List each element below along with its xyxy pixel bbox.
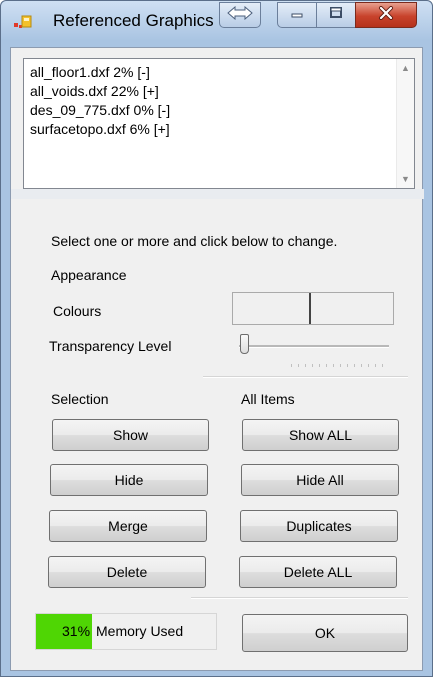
minimize-button[interactable] bbox=[277, 2, 317, 28]
title-bar[interactable]: Referenced Graphics bbox=[1, 1, 432, 41]
selection-heading: Selection bbox=[51, 391, 109, 407]
referenced-files-list[interactable]: all_floor1.dxf 2% [-] all_voids.dxf 22% … bbox=[23, 58, 415, 189]
maximize-icon bbox=[329, 6, 343, 24]
vertical-scrollbar[interactable]: ▲ ▼ bbox=[396, 59, 414, 188]
referenced-graphics-icon bbox=[14, 14, 32, 30]
instructions-text: Select one or more and click below to ch… bbox=[51, 233, 338, 249]
colours-label: Colours bbox=[53, 303, 102, 319]
window-title: Referenced Graphics bbox=[53, 11, 214, 30]
divider bbox=[203, 376, 408, 378]
merge-button[interactable]: Merge bbox=[49, 510, 207, 542]
colour-swatch[interactable] bbox=[233, 293, 311, 324]
duplicates-button[interactable]: Duplicates bbox=[240, 510, 398, 542]
close-button[interactable] bbox=[355, 2, 417, 28]
ok-button[interactable]: OK bbox=[242, 614, 408, 652]
transparency-slider-track[interactable] bbox=[239, 345, 389, 348]
scroll-down-arrow-icon[interactable]: ▼ bbox=[401, 174, 410, 184]
appearance-heading: Appearance bbox=[51, 267, 127, 283]
swap-arrows-icon bbox=[227, 5, 253, 25]
show-button[interactable]: Show bbox=[52, 419, 209, 451]
list-item[interactable]: all_voids.dxf 22% [+] bbox=[30, 83, 159, 99]
all-items-heading: All Items bbox=[241, 391, 295, 407]
list-item[interactable]: des_09_775.dxf 0% [-] bbox=[30, 102, 170, 118]
splitter[interactable] bbox=[11, 189, 424, 199]
memory-used-indicator: 31% Memory Used bbox=[35, 613, 217, 650]
client-area: all_floor1.dxf 2% [-] all_voids.dxf 22% … bbox=[10, 47, 424, 671]
list-item[interactable]: all_floor1.dxf 2% [-] bbox=[30, 64, 150, 80]
swap-button[interactable] bbox=[219, 2, 261, 28]
delete-button[interactable]: Delete bbox=[48, 556, 206, 588]
maximize-button[interactable] bbox=[316, 2, 356, 28]
referenced-graphics-window: Referenced Graphics all_floor1.dxf 2% [-… bbox=[0, 0, 433, 677]
transparency-slider-ticks bbox=[291, 364, 387, 367]
memory-used-label: Memory Used bbox=[96, 623, 184, 639]
scroll-up-arrow-icon[interactable]: ▲ bbox=[401, 63, 410, 73]
show-all-button[interactable]: Show ALL bbox=[242, 419, 399, 451]
close-icon bbox=[378, 5, 394, 25]
list-item[interactable]: surfacetopo.dxf 6% [+] bbox=[30, 121, 170, 137]
divider bbox=[191, 597, 408, 599]
transparency-level-label: Transparency Level bbox=[49, 338, 172, 354]
minimize-icon bbox=[290, 6, 304, 24]
delete-all-button[interactable]: Delete ALL bbox=[239, 556, 397, 588]
hide-all-button[interactable]: Hide All bbox=[241, 464, 399, 496]
transparency-slider-thumb[interactable] bbox=[240, 334, 249, 354]
memory-percent: 31% bbox=[62, 623, 91, 639]
hide-button[interactable]: Hide bbox=[50, 464, 208, 496]
colours-picker[interactable] bbox=[232, 292, 394, 325]
